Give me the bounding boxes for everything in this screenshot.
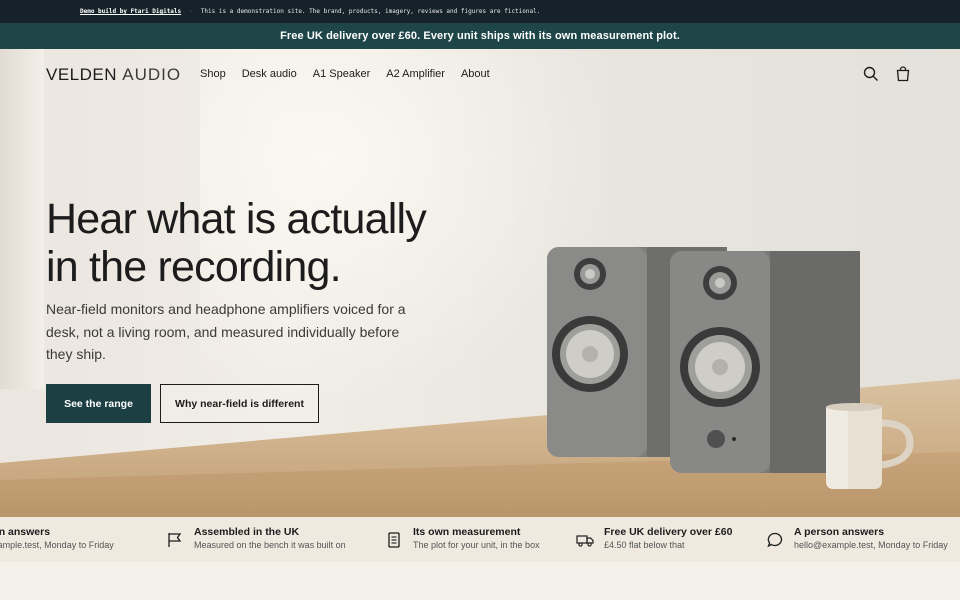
page-footer-area <box>0 562 960 600</box>
feature-subtitle: Measured on the bench it was built on <box>194 540 346 550</box>
see-range-button[interactable]: See the range <box>46 384 151 423</box>
brand-logo[interactable]: VELDEN AUDIO <box>46 65 181 85</box>
feature-item: Assembled in the UK Measured on the benc… <box>166 525 346 552</box>
feature-title: Assembled in the UK <box>194 526 300 538</box>
feature-title: A person answers <box>794 526 885 538</box>
feature-item: Its own measurement The plot for your un… <box>385 525 540 552</box>
main-nav: Shop Desk audio A1 Speaker A2 Amplifier … <box>200 68 490 80</box>
search-icon[interactable] <box>862 65 880 83</box>
why-near-field-button[interactable]: Why near-field is different <box>160 384 319 423</box>
nav-item-a2-amplifier[interactable]: A2 Amplifier <box>386 68 445 80</box>
nav-item-a1-speaker[interactable]: A1 Speaker <box>313 68 370 80</box>
feature-item: Free UK delivery over £60 £4.50 flat bel… <box>576 525 732 552</box>
flag-icon <box>168 533 182 547</box>
brand-suffix: AUDIO <box>122 65 182 84</box>
feature-subtitle: £4.50 flat below that <box>604 540 685 550</box>
feature-subtitle: The plot for your unit, in the box <box>413 540 540 550</box>
feature-title: A person answers <box>0 526 51 538</box>
chat-icon <box>767 532 783 548</box>
hero-section: VELDEN AUDIO Shop Desk audio A1 Speaker … <box>0 49 960 517</box>
hero-background-wall <box>0 49 44 389</box>
brand-name: VELDEN <box>46 65 118 84</box>
truck-icon <box>576 535 594 547</box>
nav-item-shop[interactable]: Shop <box>200 68 226 80</box>
feature-title: Its own measurement <box>413 526 521 538</box>
features-strip: A person answers hello@example.test, Mon… <box>0 517 960 562</box>
announcement-text: Free UK delivery over £60. Every unit sh… <box>280 30 680 42</box>
feature-item: A person answers hello@example.test, Mon… <box>766 525 948 552</box>
cart-icon[interactable] <box>894 65 912 83</box>
hero-headline-line-2: in the recording. <box>46 243 342 291</box>
feature-subtitle: hello@example.test, Monday to Friday <box>0 540 114 550</box>
header-actions <box>862 65 912 83</box>
mug-image <box>826 403 914 489</box>
feature-item: A person answers hello@example.test, Mon… <box>0 525 114 552</box>
hero-subcopy: Near-field monitors and headphone amplif… <box>46 301 406 362</box>
hero-headline: Hear what is actually in the recording. <box>46 195 466 291</box>
nav-item-desk-audio[interactable]: Desk audio <box>242 68 297 80</box>
separator: · <box>189 8 193 15</box>
feature-title: Free UK delivery over £60 <box>604 526 733 538</box>
feature-subtitle: hello@example.test, Monday to Friday <box>794 540 948 550</box>
demo-notice-bar: Demo build by Ftari Digitals · This is a… <box>0 0 960 23</box>
hero-headline-line-1: Hear what is actually <box>46 195 427 243</box>
demo-notice-text: This is a demonstration site. The brand,… <box>200 8 541 15</box>
demo-credit-link[interactable]: Demo build by Ftari Digitals <box>80 8 181 15</box>
announcement-bar: Free UK delivery over £60. Every unit sh… <box>0 23 960 49</box>
document-icon <box>388 532 400 548</box>
nav-item-about[interactable]: About <box>461 68 490 80</box>
